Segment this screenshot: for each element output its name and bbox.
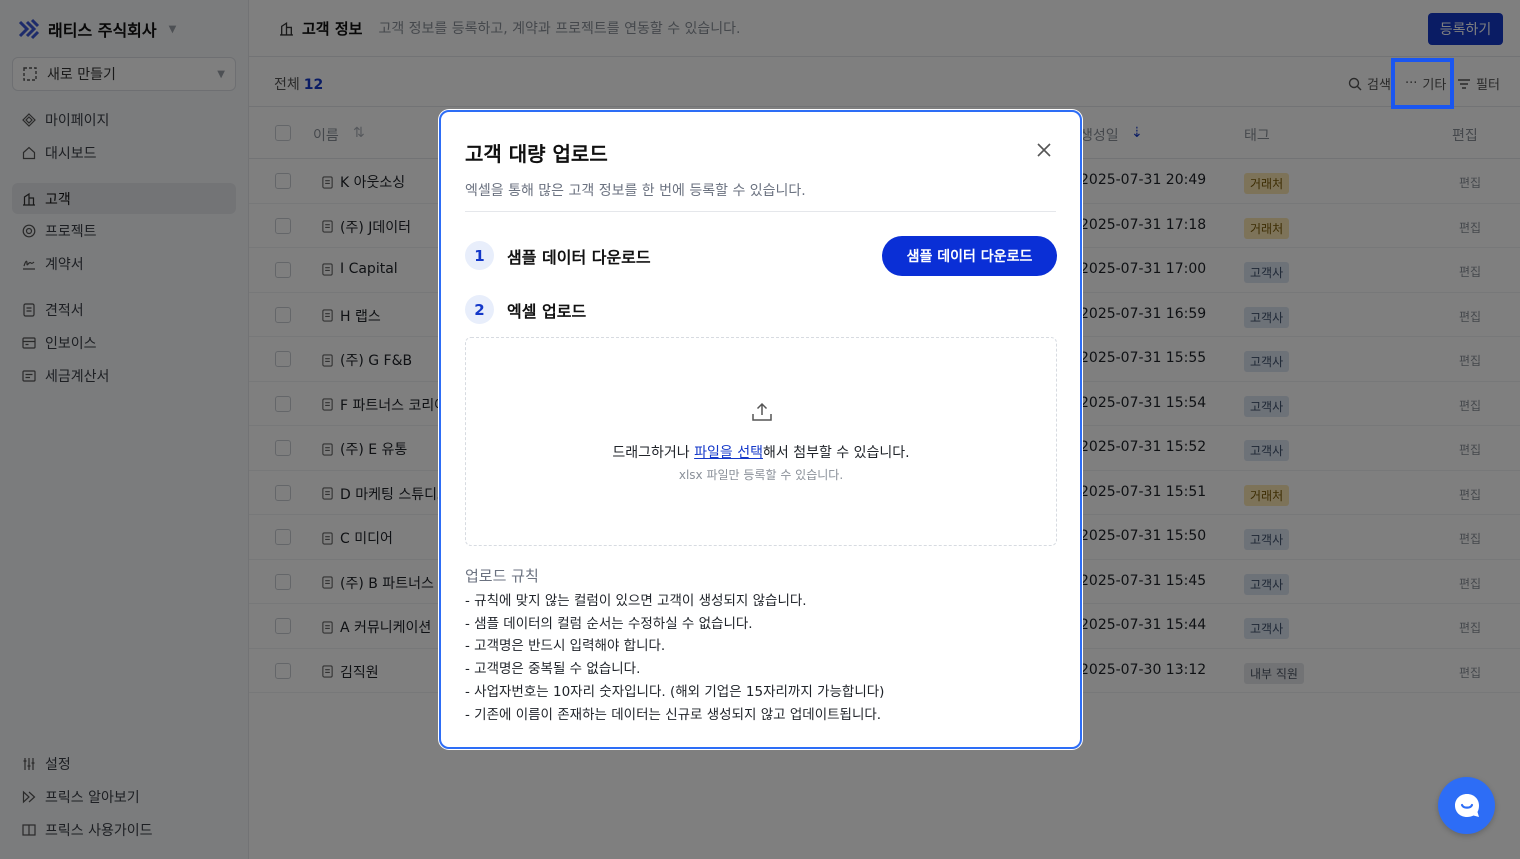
upload-icon (752, 402, 772, 421)
download-sample-button[interactable]: 샘플 데이터 다운로드 (882, 236, 1057, 276)
step-number: 2 (465, 295, 494, 324)
select-file-link[interactable]: 파일을 선택 (694, 445, 763, 461)
step-number: 1 (465, 241, 494, 270)
focus-highlight (1391, 58, 1454, 109)
dropzone-hint: xlsx 파일만 등록할 수 있습니다. (678, 468, 844, 482)
rule-item: - 고객명은 반드시 입력해야 합니다. (465, 638, 666, 655)
step-1: 1 샘플 데이터 다운로드 (465, 241, 651, 270)
rule-item: - 기존에 이름이 존재하는 데이터는 신규로 생성되지 않고 업데이트됩니다. (465, 706, 882, 723)
dropzone-text: 드래그하거나 파일을 선택해서 첨부할 수 있습니다. (466, 442, 1056, 462)
close-icon[interactable] (1034, 140, 1054, 160)
drop-prefix: 드래그하거나 (612, 445, 695, 461)
divider (465, 211, 1056, 212)
step-label: 엑셀 업로드 (507, 301, 587, 321)
rule-item: - 샘플 데이터의 컬럼 순서는 수정하실 수 없습니다. (465, 615, 753, 632)
file-dropzone[interactable]: 드래그하거나 파일을 선택해서 첨부할 수 있습니다. xlsx 파일만 등록할… (465, 337, 1057, 546)
modal-title: 고객 대량 업로드 (465, 142, 608, 166)
rules-title: 업로드 규칙 (465, 567, 539, 585)
chat-button[interactable] (1438, 777, 1495, 834)
rule-item: - 규칙에 맞지 않는 컬럼이 있으면 고객이 생성되지 않습니다. (465, 593, 807, 609)
rule-item: - 고객명은 중복될 수 없습니다. (465, 661, 641, 678)
step-label: 샘플 데이터 다운로드 (507, 247, 651, 267)
step-2: 2 엑셀 업로드 (465, 295, 586, 324)
drop-suffix: 해서 첨부할 수 있습니다. (762, 445, 910, 461)
chat-icon (1454, 793, 1479, 817)
modal-subtitle: 엑셀을 통해 많은 고객 정보를 한 번에 등록할 수 있습니다. (465, 183, 806, 199)
rule-item: - 사업자번호는 10자리 숫자입니다. (해외 기업은 15자리까지 가능합니… (465, 683, 885, 700)
rules-list: - 규칙에 맞지 않는 컬럼이 있으면 고객이 생성되지 않습니다. - 샘플 … (465, 590, 884, 726)
bulk-upload-modal: 고객 대량 업로드 엑셀을 통해 많은 고객 정보를 한 번에 등록할 수 있습… (439, 110, 1082, 749)
